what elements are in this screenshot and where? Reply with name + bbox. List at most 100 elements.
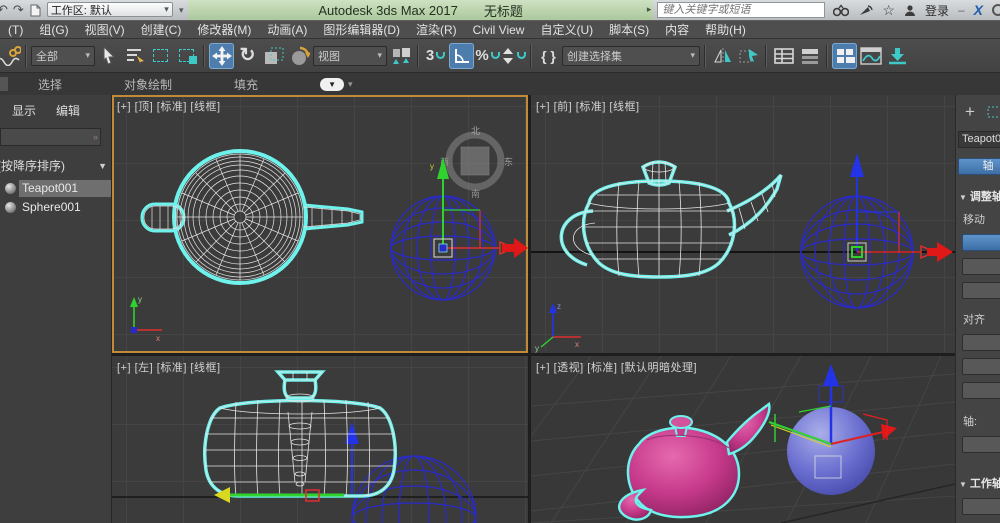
percent-snap-toggle-icon[interactable]: % xyxy=(475,43,500,69)
ribbon-tab-populate[interactable]: 填充 xyxy=(234,76,258,93)
viewport-left-label[interactable]: [+] [左] [标准] [线框] xyxy=(117,359,221,375)
ribbon-tab-object-paint[interactable]: 对象绘制 xyxy=(124,76,172,93)
menu-tools[interactable]: (T) xyxy=(0,23,31,37)
ribbon-minimize-flyout-icon[interactable]: ▾ xyxy=(348,79,353,90)
reset-pivot-button[interactable] xyxy=(962,436,1000,453)
menu-help[interactable]: 帮助(H) xyxy=(697,21,754,38)
named-selection-sets-dropdown[interactable]: 创建选择集 ▾ xyxy=(562,45,700,66)
menu-content[interactable]: 内容 xyxy=(657,21,697,38)
align-icon[interactable] xyxy=(736,43,761,69)
toggle-layer-explorer-icon[interactable] xyxy=(797,43,822,69)
rollout-open-icon: ▼ xyxy=(959,480,967,489)
curve-editor-icon[interactable] xyxy=(858,43,883,69)
viewport-top-label[interactable]: [+] [顶] [标准] [线框] xyxy=(117,98,221,114)
spinner-snap-toggle-icon[interactable] xyxy=(501,43,526,69)
search-input[interactable] xyxy=(658,3,825,17)
sort-collapse-icon[interactable]: ▼ xyxy=(98,161,107,171)
infocenter-expand-icon[interactable]: ▸ xyxy=(647,4,652,15)
object-name-field[interactable]: Teapot00 xyxy=(958,131,1000,148)
select-and-move-icon[interactable] xyxy=(209,42,234,69)
scene-search-input[interactable] xyxy=(1,131,93,143)
command-panel-tab-create[interactable]: + xyxy=(965,102,975,122)
viewport-top[interactable]: [+] [顶] [标准] [线框] 北 东 南 西 y y x xyxy=(112,95,528,353)
viewport-top-canvas[interactable]: 北 东 南 西 y y x xyxy=(112,95,528,353)
new-scene-icon[interactable] xyxy=(29,4,41,17)
select-and-link-icon[interactable] xyxy=(0,43,21,69)
viewport-front[interactable]: [+] [前] [标准] [线框] z x y xyxy=(531,95,955,353)
infocenter-search xyxy=(657,2,826,18)
infocenter-icons: ☆ 登录 – X xyxy=(829,0,1000,20)
menu-scripting[interactable]: 脚本(S) xyxy=(601,21,657,38)
working-pivot-button[interactable] xyxy=(962,498,1000,515)
toggle-ribbon-icon[interactable] xyxy=(832,42,857,69)
menu-group[interactable]: 组(G) xyxy=(31,21,76,38)
affect-hierarchy-only-button[interactable] xyxy=(962,282,1000,299)
affect-object-only-button[interactable] xyxy=(962,258,1000,275)
align-button-2[interactable] xyxy=(962,358,1000,375)
svg-text:z: z xyxy=(557,302,561,311)
undo-icon[interactable]: ↶ xyxy=(0,2,8,18)
menu-create[interactable]: 创建(C) xyxy=(133,21,190,38)
selection-filter-dropdown[interactable]: 全部 ▾ xyxy=(31,45,95,66)
tab-display[interactable]: 显示 xyxy=(12,102,36,119)
menu-rendering[interactable]: 渲染(R) xyxy=(408,21,465,38)
workspace-selector[interactable]: 工作区: 默认 ▾ xyxy=(46,2,173,17)
align-button-3[interactable] xyxy=(962,382,1000,399)
render-setup-icon[interactable] xyxy=(884,43,909,69)
object-name: Teapot001 xyxy=(19,180,111,197)
window-crossing-toggle-icon[interactable] xyxy=(174,43,199,69)
viewport-perspective-label[interactable]: [+] [透视] [标准] [默认明暗处理] xyxy=(536,359,697,375)
viewport-front-label[interactable]: [+] [前] [标准] [线框] xyxy=(536,98,640,114)
ribbon-tab-select[interactable]: 选择 xyxy=(38,76,62,93)
viewport-perspective-canvas[interactable] xyxy=(531,356,955,523)
communication-center-icon[interactable] xyxy=(858,4,874,17)
select-by-name-icon[interactable] xyxy=(122,43,147,69)
sort-order-row[interactable]: (按降序排序) ▼ xyxy=(0,157,111,174)
menu-graph-editors[interactable]: 图形编辑器(D) xyxy=(315,21,408,38)
main-toolbar: 全部 ▾ ↻ 视图 ▾ 3 % { } 创建选择集 ▾ xyxy=(0,38,1000,72)
use-center-flyout-icon[interactable] xyxy=(388,43,413,69)
adjust-pivot-rollout[interactable]: ▼ 调整轴 xyxy=(959,188,1000,204)
select-object-icon[interactable] xyxy=(96,43,121,69)
angle-snap-toggle-icon[interactable] xyxy=(449,42,474,69)
redo-icon[interactable]: ↷ xyxy=(13,2,24,18)
reference-coordsys-dropdown[interactable]: 视图 ▾ xyxy=(313,45,387,66)
toolbar-separator xyxy=(530,44,532,67)
viewport-front-canvas[interactable]: z x y xyxy=(531,95,955,353)
affect-pivot-only-button[interactable] xyxy=(962,234,1000,251)
viewport-left-canvas[interactable] xyxy=(112,356,528,523)
working-pivot-rollout[interactable]: ▼ 工作轴 xyxy=(959,475,1000,491)
select-and-rotate-icon[interactable]: ↻ xyxy=(235,43,260,69)
select-and-scale-icon[interactable] xyxy=(261,43,286,69)
toolbar-separator xyxy=(765,44,767,67)
search-chevrons-icon[interactable]: » xyxy=(93,132,100,142)
search-binoculars-icon[interactable] xyxy=(833,3,850,17)
window-title-area: Autodesk 3ds Max 2017 无标题 ▸ xyxy=(187,0,654,20)
select-and-place-icon[interactable] xyxy=(287,43,312,69)
menu-customize[interactable]: 自定义(U) xyxy=(532,21,601,38)
mirror-icon[interactable] xyxy=(710,43,735,69)
toggle-scene-explorer-icon[interactable] xyxy=(771,43,796,69)
viewport-perspective[interactable]: [+] [透视] [标准] [默认明暗处理] xyxy=(531,356,955,523)
list-item-sphere001[interactable]: Sphere001 xyxy=(0,198,111,217)
menu-modifiers[interactable]: 修改器(M) xyxy=(189,21,259,38)
menu-civil-view[interactable]: Civil View xyxy=(465,23,533,37)
viewcube[interactable]: 北 东 南 西 xyxy=(440,126,513,199)
rectangular-selection-region-icon[interactable] xyxy=(148,43,173,69)
snaps-toggle-icon[interactable]: 3 xyxy=(423,43,448,69)
tab-edit[interactable]: 编辑 xyxy=(56,102,80,119)
menu-animation[interactable]: 动画(A) xyxy=(259,21,315,38)
pivot-button[interactable]: 轴 xyxy=(958,158,1000,175)
viewport-left[interactable]: [+] [左] [标准] [线框] xyxy=(112,356,528,523)
menu-views[interactable]: 视图(V) xyxy=(77,21,133,38)
command-panel-tab-modify[interactable] xyxy=(987,105,1000,119)
help-icon[interactable] xyxy=(992,4,1000,16)
workspace-flyout-icon[interactable]: ▾ xyxy=(175,0,188,20)
list-item-teapot001[interactable]: Teapot001 xyxy=(0,179,111,198)
sign-in-button[interactable]: 登录 xyxy=(925,2,949,19)
align-button-1[interactable] xyxy=(962,334,1000,351)
autodesk-x-logo-icon[interactable]: X xyxy=(974,2,983,18)
edit-named-selection-sets-icon[interactable]: { } xyxy=(536,43,561,69)
favorites-star-icon[interactable]: ☆ xyxy=(882,2,895,19)
ribbon-minimize-pill[interactable]: ▼ xyxy=(320,77,345,91)
